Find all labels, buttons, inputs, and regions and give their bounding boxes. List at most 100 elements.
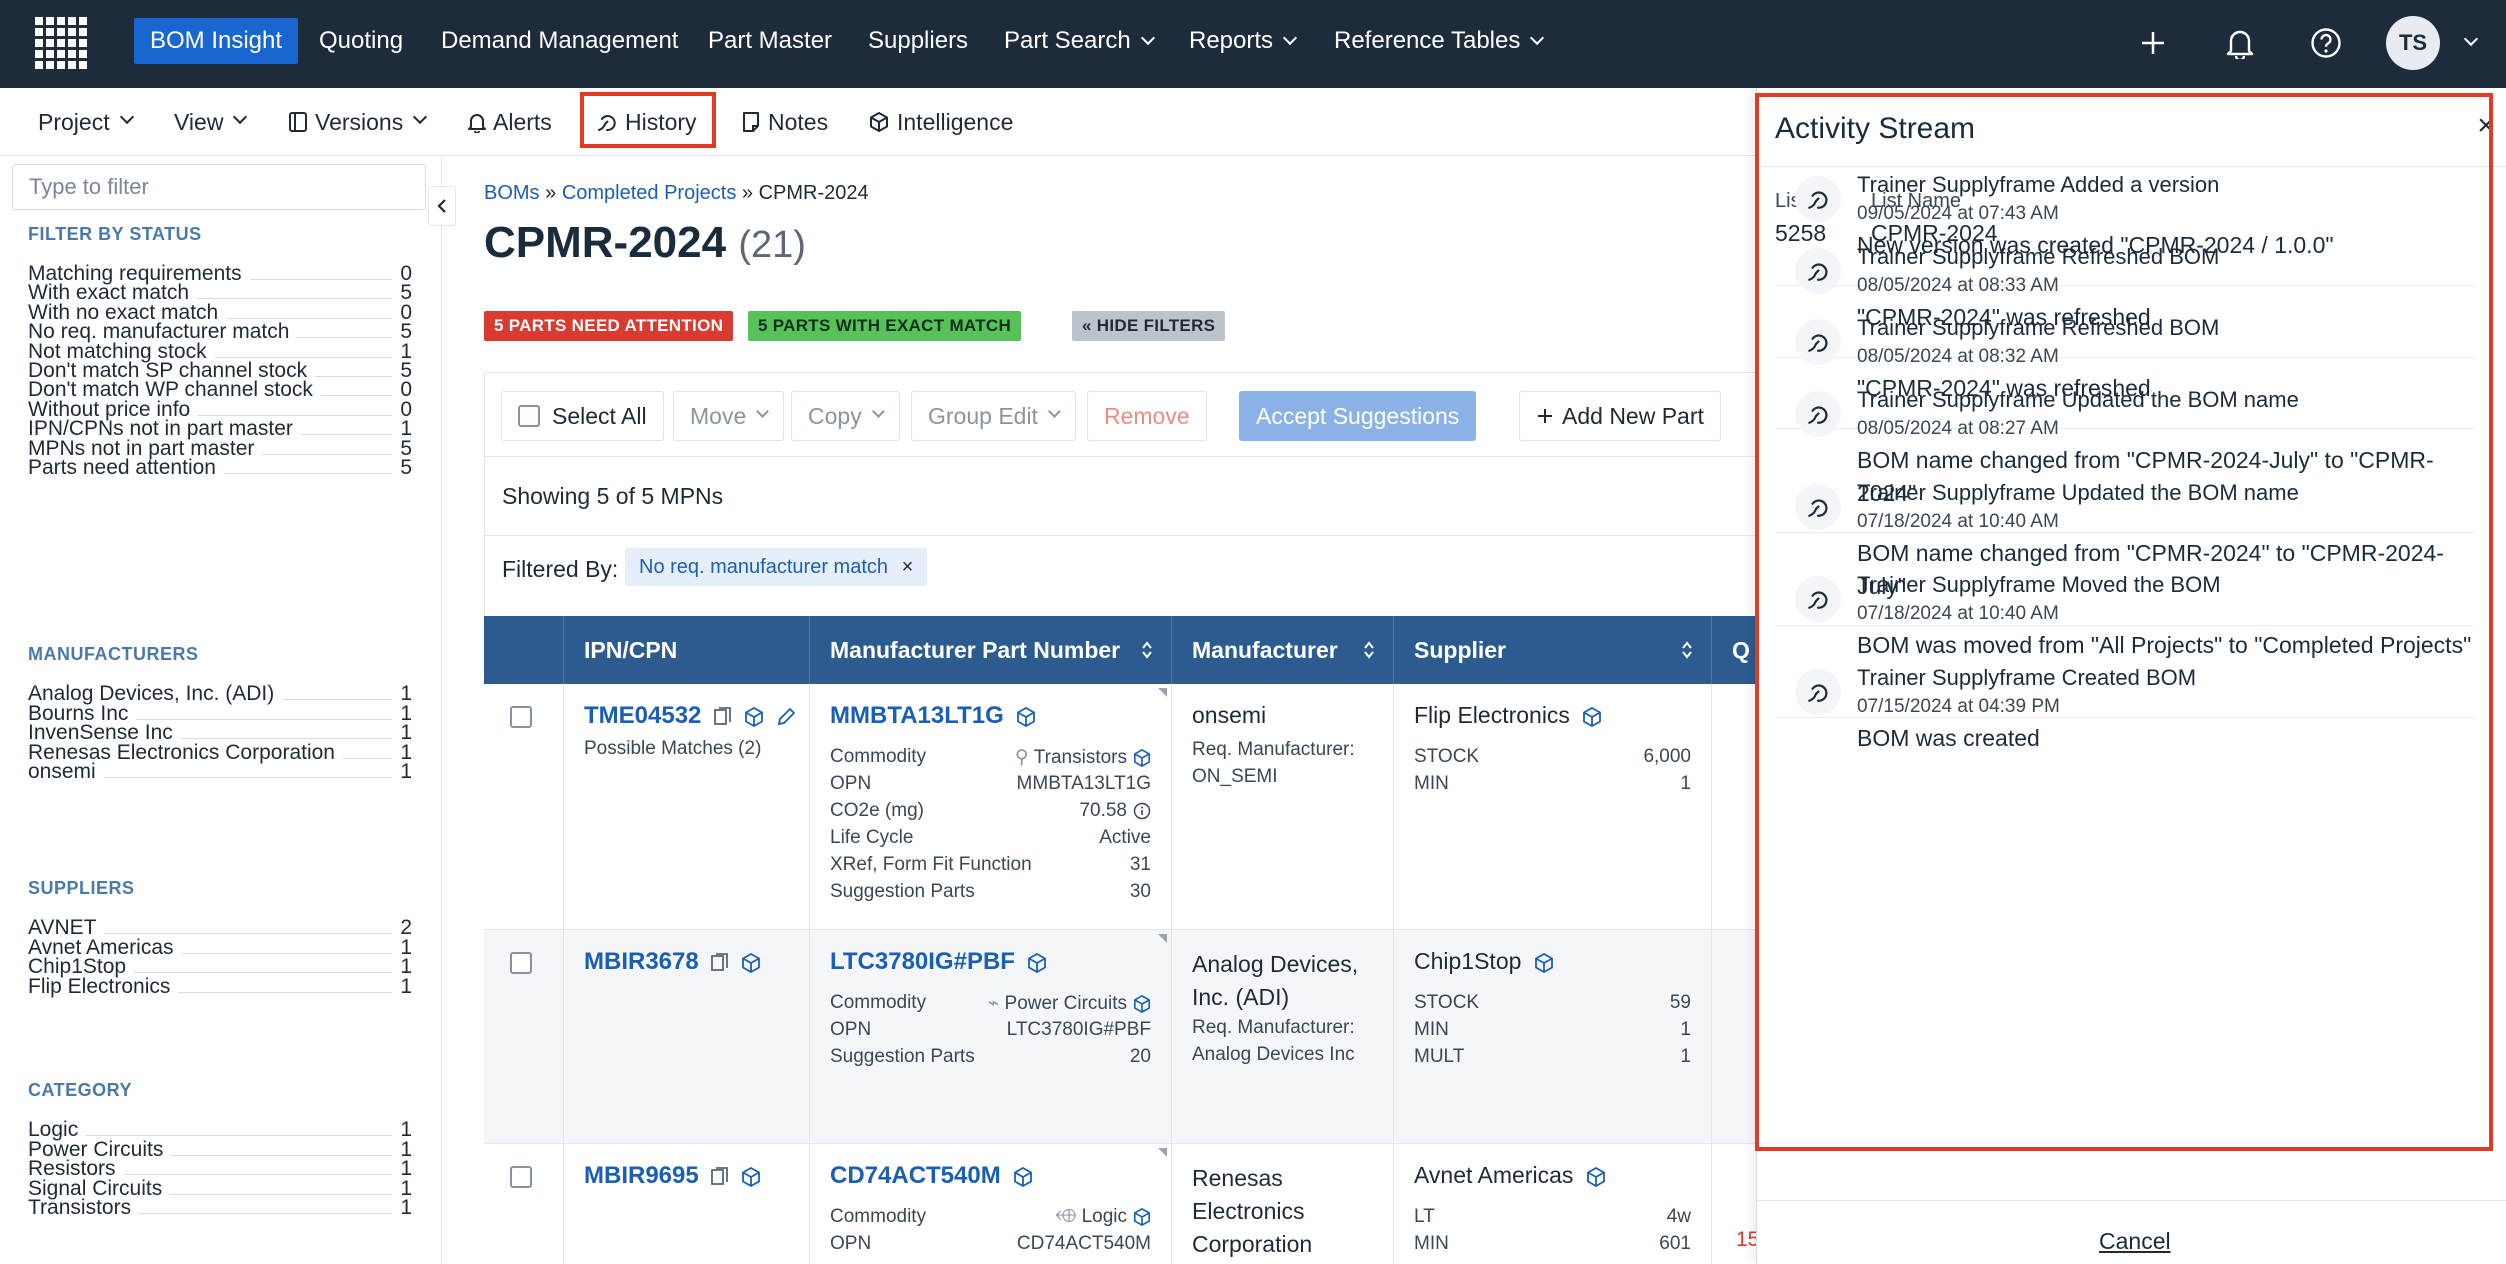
help-icon[interactable] <box>2305 22 2347 64</box>
supplier-name[interactable]: Flip Electronics <box>1414 702 1570 728</box>
detail-co2e: CO2e (mg) 70.58 <box>830 800 1151 822</box>
attention-badge[interactable]: 5 PARTS NEED ATTENTION <box>484 311 734 341</box>
accept-suggestions-button[interactable]: Accept Suggestions <box>1239 391 1477 441</box>
notes-button[interactable]: Notes <box>741 102 828 142</box>
mpn-link[interactable]: LTC3780IG#PBF <box>830 948 1015 975</box>
cube-icon[interactable] <box>1027 953 1047 974</box>
bell-icon[interactable] <box>2219 22 2261 64</box>
detail-commodity: Commodity ⬲ Logic <box>830 1206 1151 1228</box>
copy-button[interactable]: Copy <box>791 391 900 441</box>
row-checkbox[interactable] <box>510 706 532 728</box>
divider <box>1757 166 2506 167</box>
table-row: TME04532 Possible Matches (2) MMBTA13LT1… <box>484 684 1756 930</box>
stock-key: STOCK <box>1414 746 1480 767</box>
cube-icon[interactable] <box>1534 952 1554 973</box>
apps-grid-icon[interactable] <box>35 17 87 69</box>
filter-input[interactable] <box>12 164 426 210</box>
filter-option-label: Parts need attention <box>28 456 216 479</box>
ipn-link[interactable]: MBIR9695 <box>584 1162 699 1189</box>
breadcrumb: BOMs » Completed Projects » CPMR-2024 <box>484 182 869 205</box>
supplier-min: MIN 1 <box>1414 1019 1691 1041</box>
edit-icon[interactable] <box>776 707 796 727</box>
chevron-down-icon <box>1282 30 1298 46</box>
filter-option[interactable]: Flip Electronics 1 <box>28 969 412 999</box>
chevron-down-icon <box>871 404 885 418</box>
info-icon[interactable] <box>1133 802 1151 820</box>
copy-icon[interactable] <box>713 707 732 727</box>
alerts-button[interactable]: Alerts <box>468 102 552 142</box>
cube-icon[interactable] <box>741 953 761 974</box>
copy-icon[interactable] <box>710 1167 729 1187</box>
filter-option[interactable]: Transistors 1 <box>28 1190 412 1220</box>
chevron-down-icon <box>756 404 770 418</box>
cube-icon[interactable] <box>1013 1167 1033 1188</box>
nav-part-master[interactable]: Part Master <box>692 18 848 64</box>
breadcrumb-completed-projects[interactable]: Completed Projects <box>562 182 737 204</box>
row-checkbox[interactable] <box>510 952 532 974</box>
mpn-link[interactable]: CD74ACT540M <box>830 1162 1001 1189</box>
nav-bom-insight[interactable]: BOM Insight <box>134 18 299 64</box>
select-all-button[interactable]: Select All <box>501 391 664 441</box>
supplier-name[interactable]: Avnet Americas <box>1414 1162 1573 1188</box>
header-quantity[interactable]: Q <box>1712 616 1756 684</box>
stock-key: MIN <box>1414 1233 1449 1254</box>
ipn-link[interactable]: TME04532 <box>584 702 701 729</box>
move-label: Move <box>690 403 747 429</box>
hide-filters-button[interactable]: « HIDE FILTERS <box>1072 311 1226 341</box>
versions-menu[interactable]: Versions <box>288 102 428 142</box>
nav-demand-management[interactable]: Demand Management <box>425 18 694 64</box>
possible-matches-link[interactable]: Possible Matches (2) <box>584 738 761 760</box>
breadcrumb-boms[interactable]: BOMs <box>484 182 540 204</box>
ipn-link[interactable]: MBIR3678 <box>584 948 699 975</box>
remove-button[interactable]: Remove <box>1087 391 1207 441</box>
cancel-button[interactable]: Cancel <box>2099 1228 2171 1255</box>
header-mpn[interactable]: Manufacturer Part Number <box>810 616 1172 684</box>
nav-reference-tables[interactable]: Reference Tables <box>1318 18 1558 64</box>
exact-match-badge[interactable]: 5 PARTS WITH EXACT MATCH <box>748 311 1022 341</box>
cube-icon[interactable] <box>1582 706 1602 727</box>
add-new-part-button[interactable]: Add New Part <box>1519 391 1721 441</box>
view-menu[interactable]: View <box>174 102 248 142</box>
nav-label: Suppliers <box>868 27 969 54</box>
collapse-panel-button[interactable] <box>428 186 456 226</box>
supplier-name[interactable]: Chip1Stop <box>1414 948 1521 974</box>
chevron-down-icon[interactable] <box>2463 31 2479 47</box>
cube-icon[interactable] <box>1586 1166 1606 1187</box>
cube-icon[interactable] <box>1133 748 1151 767</box>
copy-icon[interactable] <box>710 953 729 973</box>
nav-quoting[interactable]: Quoting <box>303 18 419 64</box>
header-manufacturer[interactable]: Manufacturer <box>1172 616 1394 684</box>
close-icon[interactable]: × <box>902 556 914 578</box>
group-edit-button[interactable]: Group Edit <box>911 391 1076 441</box>
filter-chip[interactable]: No req. manufacturer match × <box>625 548 928 586</box>
detail-value: 30 <box>1129 881 1151 902</box>
checkbox[interactable] <box>518 405 540 427</box>
manufacturer-name: Renesas Electronics Corporation <box>1192 1165 1313 1257</box>
cube-icon[interactable] <box>1016 707 1036 728</box>
plus-icon[interactable] <box>2132 22 2174 64</box>
cube-icon[interactable] <box>741 1167 761 1188</box>
view-label: View <box>174 109 224 135</box>
move-button[interactable]: Move <box>673 391 785 441</box>
cube-icon[interactable] <box>1133 994 1151 1013</box>
header-supplier[interactable]: Supplier <box>1394 616 1712 684</box>
filter-option[interactable]: Parts need attention 5 <box>28 450 412 480</box>
filter-option[interactable]: onsemi 1 <box>28 754 412 784</box>
header-ipn[interactable]: IPN/CPN <box>564 616 810 684</box>
cube-icon[interactable] <box>1133 1207 1151 1226</box>
cube-icon[interactable] <box>744 707 764 728</box>
stock-key: STOCK <box>1414 992 1480 1013</box>
avatar[interactable]: TS <box>2386 16 2440 70</box>
intelligence-button[interactable]: Intelligence <box>868 102 1013 142</box>
section-title-manufacturers: MANUFACTURERS <box>28 644 199 664</box>
row-checkbox[interactable] <box>510 1166 532 1188</box>
project-menu[interactable]: Project <box>38 102 134 142</box>
nav-suppliers[interactable]: Suppliers <box>852 18 984 64</box>
ipn-cell: MBIR9695 <box>564 1144 810 1264</box>
stock-value: 1 <box>1680 773 1691 794</box>
close-icon[interactable]: × <box>2471 108 2501 144</box>
detail-key: Suggestion Parts <box>830 881 975 902</box>
mpn-link[interactable]: MMBTA13LT1G <box>830 702 1004 729</box>
nav-reports[interactable]: Reports <box>1173 18 1311 64</box>
nav-part-search[interactable]: Part Search <box>988 18 1169 64</box>
